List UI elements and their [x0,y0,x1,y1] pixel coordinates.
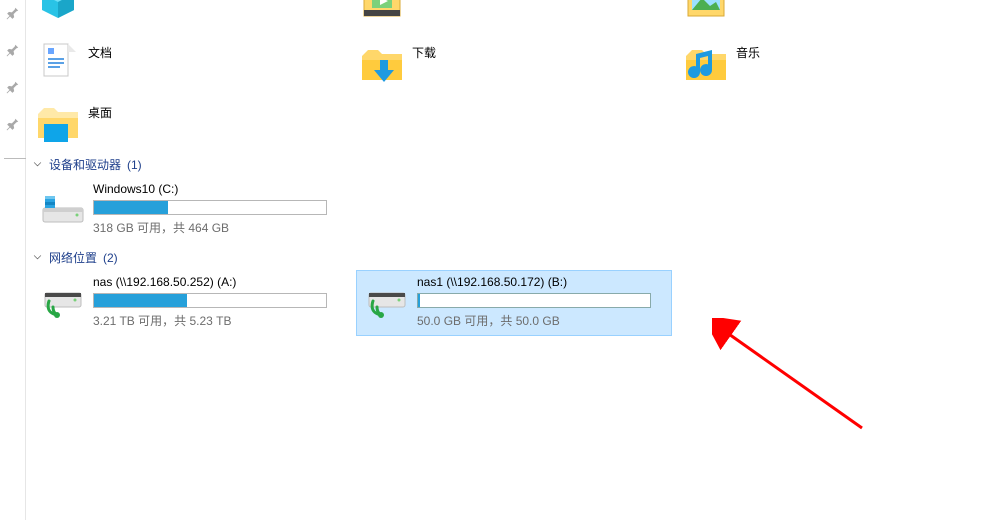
section-count: (1) [127,158,142,172]
section-count: (2) [103,251,118,265]
pin-icon [6,43,20,60]
pin-icon [6,6,20,23]
local-disk-icon [39,182,87,230]
drive-name: nas1 (\\192.168.50.172) (B:) [417,275,665,289]
3d-objects-icon [34,0,82,28]
drive-meta: 318 GB 可用，共 464 GB [93,219,341,236]
folder-item-downloads[interactable]: 下载 [356,38,672,90]
drive-usage-fill [94,201,168,214]
chevron-down-icon [32,159,43,170]
folder-item-desktop[interactable]: 桌面 [32,98,348,150]
drive-meta: 50.0 GB 可用，共 50.0 GB [417,312,665,329]
network-drive-icon [39,275,87,323]
drive-usage-fill [94,294,187,307]
section-header-network[interactable]: 网络位置 (2) [32,249,996,266]
drive-name: Windows10 (C:) [93,182,341,196]
drive-usage-fill [418,294,420,307]
section-header-devices[interactable]: 设备和驱动器 (1) [32,156,996,173]
pictures-icon [682,0,730,28]
section-title: 设备和驱动器 [49,156,121,173]
folder-label: 下载 [412,40,436,61]
device-list: Windows10 (C:) 318 GB 可用，共 464 GB [32,177,996,243]
drive-usage-bar [93,293,327,308]
annotation-arrow [712,318,872,438]
documents-icon [34,40,82,88]
folder-item[interactable] [680,0,996,30]
folder-item-music[interactable]: 音乐 [680,38,996,90]
music-icon [682,40,730,88]
drive-meta: 3.21 TB 可用，共 5.23 TB [93,312,341,329]
drive-network-b[interactable]: nas1 (\\192.168.50.172) (B:) 50.0 GB 可用，… [356,270,672,336]
folder-label: 桌面 [88,100,112,121]
drive-usage-bar [93,200,327,215]
folder-label: 音乐 [736,40,760,61]
rail-divider [4,158,26,159]
quick-access-pin-rail [0,0,26,520]
folder-label: 文档 [88,40,112,61]
section-title: 网络位置 [49,249,97,266]
network-drive-icon [363,275,411,323]
pin-icon [6,117,20,134]
desktop-icon [34,100,82,148]
videos-icon [358,0,406,28]
pin-icon [6,80,20,97]
drive-network-a[interactable]: nas (\\192.168.50.252) (A:) 3.21 TB 可用，共… [32,270,348,336]
folder-item[interactable] [32,0,348,30]
downloads-icon [358,40,406,88]
folder-item[interactable] [356,0,672,30]
drive-name: nas (\\192.168.50.252) (A:) [93,275,341,289]
explorer-content: 文档 下载 音乐 桌面 设备和驱动器 (1) [26,0,997,520]
drive-usage-bar [417,293,651,308]
chevron-down-icon [32,252,43,263]
drive-local-c[interactable]: Windows10 (C:) 318 GB 可用，共 464 GB [32,177,348,243]
network-list: nas (\\192.168.50.252) (A:) 3.21 TB 可用，共… [32,270,996,336]
folder-item-documents[interactable]: 文档 [32,38,348,90]
